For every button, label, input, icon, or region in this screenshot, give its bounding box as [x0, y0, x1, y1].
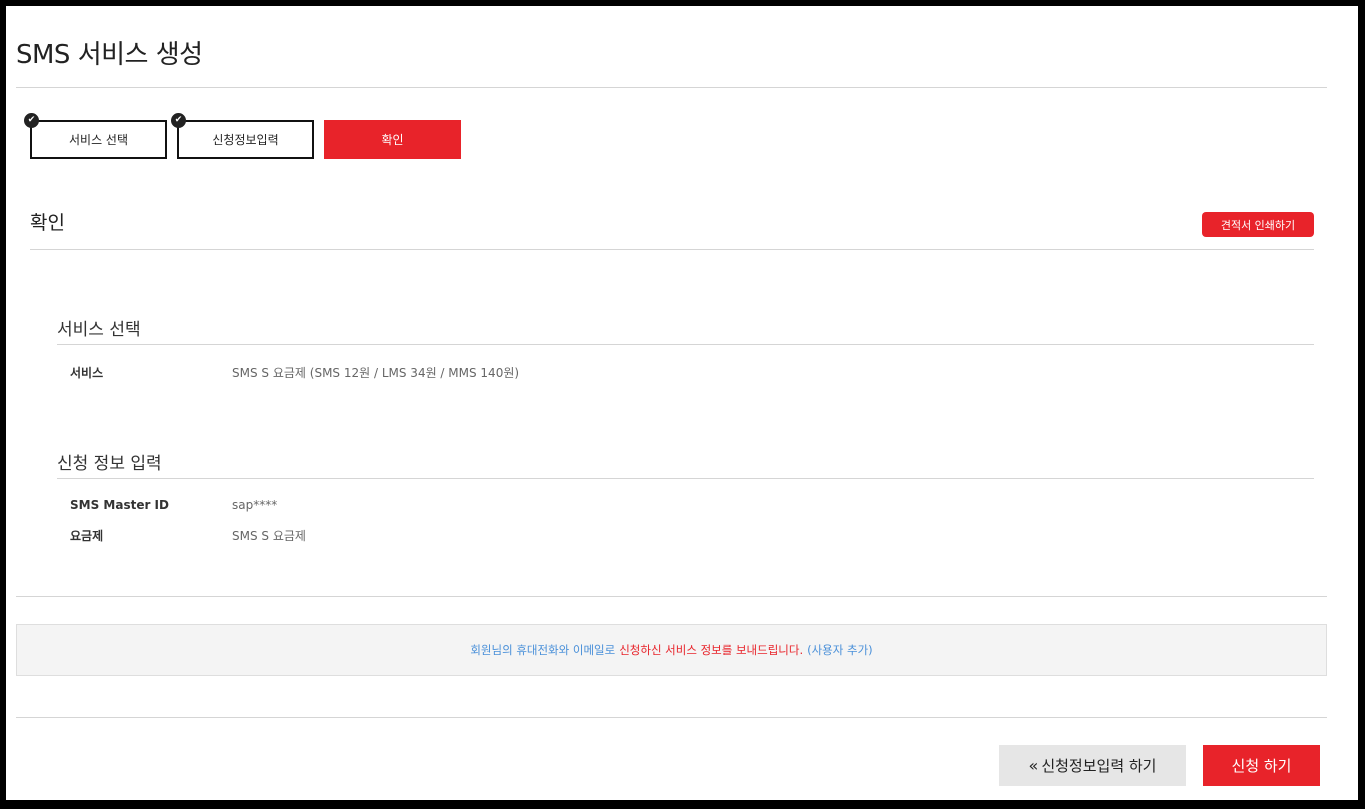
master-id-key: SMS Master ID: [70, 498, 169, 512]
step-label: 신청정보입력: [212, 133, 279, 147]
step-application-info[interactable]: ✔ 신청정보입력: [171, 113, 314, 159]
page-frame: SMS 서비스 생성 ✔ 서비스 선택 ✔ 신청정보입력 확인 확인 견적서 인…: [6, 6, 1358, 800]
step-label: 서비스 선택: [68, 133, 128, 147]
notice-text-2: 신청하신 서비스 정보를 보내드립니다.: [619, 643, 804, 657]
step-service-select[interactable]: ✔ 서비스 선택: [24, 113, 167, 159]
plan-key: 요금제: [70, 529, 104, 543]
back-to-info-button[interactable]: « 신청정보입력 하기: [999, 745, 1186, 786]
service-section-divider: [57, 344, 1314, 345]
confirm-divider: [30, 249, 1314, 250]
service-section-title: 서비스 선택: [57, 320, 141, 340]
footer-divider: [16, 717, 1327, 718]
plan-value: SMS S 요금제: [232, 529, 306, 543]
info-section-divider: [57, 478, 1314, 479]
double-chevron-left-icon: «: [1028, 756, 1039, 775]
notice-text-1: 회원님의 휴대전화와 이메일로: [470, 643, 616, 657]
page-title: SMS 서비스 생성: [16, 40, 203, 70]
notice-box: 회원님의 휴대전화와 이메일로 신청하신 서비스 정보를 보내드립니다. (사용…: [16, 624, 1327, 676]
print-quote-button[interactable]: 견적서 인쇄하기: [1202, 212, 1314, 237]
step-label: 확인: [381, 133, 404, 147]
service-value: SMS S 요금제 (SMS 12원 / LMS 34원 / MMS 140원): [232, 366, 520, 380]
back-button-label: 신청정보입력 하기: [1041, 757, 1157, 775]
master-id-value: sap****: [232, 498, 278, 512]
title-divider: [16, 87, 1327, 88]
confirm-section-title: 확인: [30, 212, 65, 234]
add-user-link[interactable]: (사용자 추가): [807, 642, 873, 658]
step-indicator: ✔ 서비스 선택 ✔ 신청정보입력 확인: [24, 113, 461, 159]
service-key: 서비스: [70, 366, 104, 380]
check-icon: ✔: [171, 113, 186, 128]
content-divider: [16, 596, 1327, 597]
step-confirm[interactable]: 확인: [324, 120, 461, 159]
check-icon: ✔: [24, 113, 39, 128]
info-section-title: 신청 정보 입력: [57, 454, 162, 474]
submit-button[interactable]: 신청 하기: [1203, 745, 1320, 786]
